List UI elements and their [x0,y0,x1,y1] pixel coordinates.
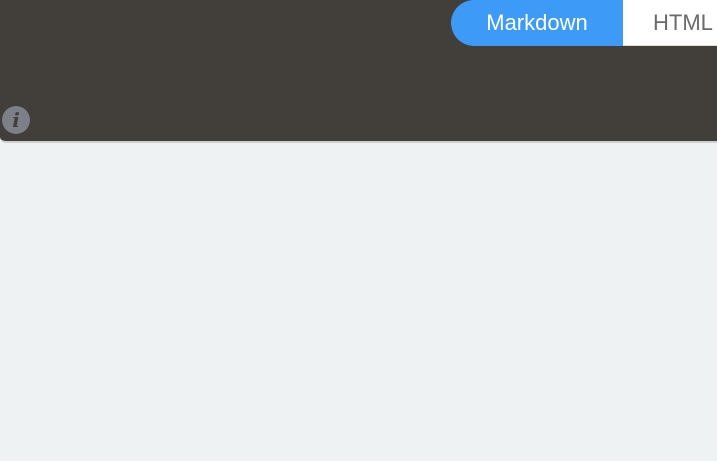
output-area [0,145,717,461]
html-tab[interactable]: HTML [623,0,717,46]
editor-panel: Markdown HTML i [0,0,717,143]
format-toggle: Markdown HTML [451,0,717,46]
markdown-tab[interactable]: Markdown [451,0,623,46]
info-icon[interactable]: i [2,106,30,134]
